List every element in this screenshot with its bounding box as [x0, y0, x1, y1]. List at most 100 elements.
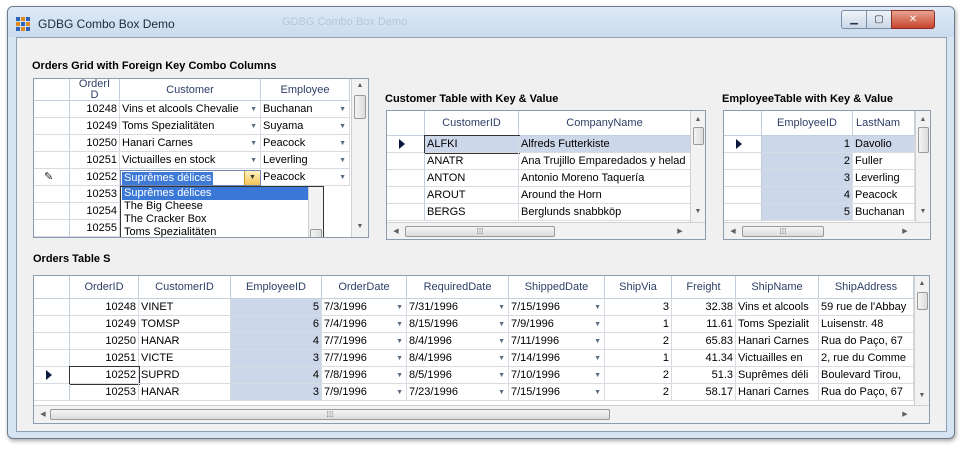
dropdown-arrow-icon[interactable]: ▼	[396, 350, 403, 366]
company-name-cell[interactable]: Berglunds snabbköp	[519, 204, 691, 221]
hscroll-thumb[interactable]: ⁞⁞⁞	[405, 226, 555, 237]
row-header[interactable]	[387, 153, 425, 170]
vscroll-thumb[interactable]	[354, 95, 366, 119]
customer-dropdown-list[interactable]: Suprêmes délices The Big Cheese The Cracke…	[120, 186, 324, 237]
dropdown-arrow-icon[interactable]: ▼	[250, 101, 257, 117]
row-header[interactable]	[34, 118, 70, 135]
dropdown-scrollbar[interactable]	[308, 187, 323, 237]
column-header-ship-name[interactable]: ShipName	[736, 276, 819, 299]
last-name-cell[interactable]: Leverling	[853, 170, 915, 187]
order-id-cell[interactable]: 10254	[70, 203, 120, 220]
employee-id-cell[interactable]: 3	[762, 170, 853, 187]
order-id-cell[interactable]: 10252	[70, 169, 120, 186]
column-header-order-id[interactable]: OrderID	[70, 276, 139, 299]
required-date-cell[interactable]: 7/31/1996 ▼	[407, 299, 509, 316]
scroll-left-icon[interactable]: ◀	[36, 410, 50, 418]
customer-id-cell[interactable]: SUPRD	[139, 367, 231, 384]
last-name-cell[interactable]: Peacock	[853, 187, 915, 204]
order-date-cell[interactable]: 7/7/1996 ▼	[322, 333, 407, 350]
dropdown-arrow-icon[interactable]: ▼	[250, 152, 257, 168]
scroll-down-icon[interactable]: ▼	[915, 392, 929, 399]
dropdown-arrow-icon[interactable]: ▼	[594, 299, 601, 315]
last-name-cell[interactable]: Davolio	[853, 136, 915, 153]
last-name-cell[interactable]: Fuller	[853, 153, 915, 170]
vscroll-thumb[interactable]	[693, 127, 704, 145]
ship-name-cell[interactable]: Suprêmes déli	[736, 367, 819, 384]
scroll-right-icon[interactable]: ▶	[673, 227, 687, 235]
scroll-right-icon[interactable]: ▶	[898, 227, 912, 235]
ship-address-cell[interactable]: Boulevard Tirou,	[819, 367, 914, 384]
ship-name-cell[interactable]: Hanari Carnes	[736, 333, 819, 350]
column-header-customerid[interactable]: CustomerID	[425, 111, 519, 136]
shipped-date-cell[interactable]: 7/14/1996 ▼	[509, 350, 605, 367]
ship-address-cell[interactable]: Luisenstr. 48	[819, 316, 914, 333]
scroll-left-icon[interactable]: ◀	[389, 227, 403, 235]
column-header-freight[interactable]: Freight	[672, 276, 736, 299]
ship-address-cell[interactable]: 59 rue de l'Abbay	[819, 299, 914, 316]
order-id-cell[interactable]: 10255	[70, 220, 120, 237]
customer-id-cell[interactable]: AROUT	[425, 187, 519, 204]
employee-id-cell[interactable]: 1	[762, 136, 853, 153]
employee-id-cell[interactable]: 2	[762, 153, 853, 170]
title-bar[interactable]: GDBG Combo Box Demo GDBG Combo Box Demo …	[8, 7, 954, 37]
dropdown-arrow-icon[interactable]: ▼	[339, 152, 346, 168]
order-id-cell[interactable]: 10249	[70, 316, 139, 333]
customer-combo-editor[interactable]: Suprêmes délices ▼	[120, 170, 261, 186]
dropdown-arrow-icon[interactable]: ▼	[594, 333, 601, 349]
scroll-up-icon[interactable]: ▲	[916, 116, 930, 123]
customer-combo-cell[interactable]: Toms Spezialitäten ▼	[120, 118, 261, 135]
employee-combo-cell[interactable]: Peacock ▼	[261, 135, 350, 152]
dropdown-item[interactable]: The Cracker Box	[122, 213, 308, 226]
employee-id-cell[interactable]: 4	[231, 333, 322, 350]
dropdown-arrow-icon[interactable]: ▼	[339, 118, 346, 134]
customer-combo-cell[interactable]: Vins et alcools Chevalie ▼	[120, 101, 261, 118]
customer-combo-cell[interactable]: Victuailles en stock ▼	[120, 152, 261, 169]
customer-id-cell[interactable]: ANATR	[425, 153, 519, 170]
shipped-date-cell[interactable]: 7/9/1996 ▼	[509, 316, 605, 333]
row-header[interactable]: ✎	[34, 169, 70, 186]
employee-id-cell[interactable]: 6	[231, 316, 322, 333]
hscroll-thumb[interactable]: ⁞⁞⁞	[50, 409, 610, 420]
employee-combo-cell[interactable]: Peacock ▼	[261, 169, 350, 186]
scroll-up-icon[interactable]: ▲	[915, 280, 929, 287]
company-name-cell[interactable]: Around the Horn	[519, 187, 691, 204]
freight-cell[interactable]: 51.3	[672, 367, 736, 384]
order-id-cell[interactable]: 10253	[70, 186, 120, 203]
employee-table-hscrollbar[interactable]: ◀ ⁞⁞⁞ ▶	[724, 222, 930, 239]
required-date-cell[interactable]: 8/5/1996 ▼	[407, 367, 509, 384]
column-header-lastname[interactable]: LastNam	[853, 111, 915, 136]
dropdown-arrow-icon[interactable]: ▼	[396, 299, 403, 315]
dropdown-arrow-icon[interactable]: ▼	[250, 118, 257, 134]
row-header[interactable]	[34, 220, 70, 237]
order-id-cell[interactable]: 10248	[70, 101, 120, 118]
row-header[interactable]	[34, 333, 70, 350]
row-header[interactable]	[724, 153, 762, 170]
order-id-cell[interactable]: 10252	[69, 366, 140, 385]
required-date-cell[interactable]: 8/4/1996 ▼	[407, 333, 509, 350]
column-header-required-date[interactable]: RequiredDate	[407, 276, 509, 299]
freight-cell[interactable]: 65.83	[672, 333, 736, 350]
company-name-cell[interactable]: Ana Trujillo Emparedados y helad	[519, 153, 691, 170]
order-date-cell[interactable]: 7/3/1996 ▼	[322, 299, 407, 316]
dropdown-arrow-icon[interactable]: ▼	[498, 350, 505, 366]
shipped-date-cell[interactable]: 7/11/1996 ▼	[509, 333, 605, 350]
scroll-down-icon[interactable]: ▼	[916, 208, 930, 215]
dropdown-arrow-icon[interactable]: ▼	[594, 384, 601, 400]
dropdown-arrow-icon[interactable]: ▼	[594, 367, 601, 383]
row-header[interactable]	[724, 204, 762, 221]
order-id-cell[interactable]: 10251	[70, 350, 139, 367]
dropdown-arrow-icon[interactable]: ▼	[498, 333, 505, 349]
order-date-cell[interactable]: 7/4/1996 ▼	[322, 316, 407, 333]
order-date-cell[interactable]: 7/7/1996 ▼	[322, 350, 407, 367]
row-header[interactable]	[34, 186, 70, 203]
column-header-employeeid[interactable]: EmployeeID	[762, 111, 853, 136]
column-header-employee-id[interactable]: EmployeeID	[231, 276, 322, 299]
required-date-cell[interactable]: 7/23/1996 ▼	[407, 384, 509, 401]
scroll-left-icon[interactable]: ◀	[726, 227, 740, 235]
ship-via-cell[interactable]: 2	[605, 384, 672, 401]
order-date-cell[interactable]: 7/8/1996 ▼	[322, 367, 407, 384]
employee-id-cell[interactable]: 5	[231, 299, 322, 316]
dropdown-item[interactable]: The Big Cheese	[122, 200, 308, 213]
ship-via-cell[interactable]: 1	[605, 316, 672, 333]
customer-id-cell[interactable]: VINET	[139, 299, 231, 316]
